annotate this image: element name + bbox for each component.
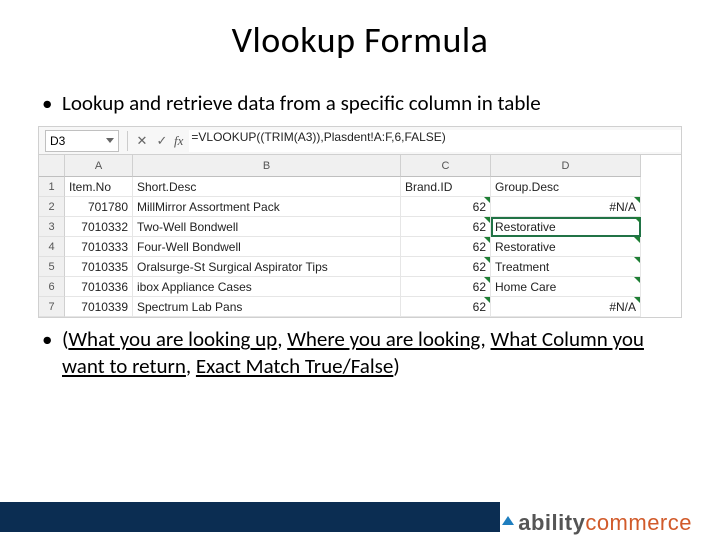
cell[interactable]: ibox Appliance Cases [133, 277, 401, 297]
cell[interactable]: 62 [401, 217, 491, 237]
row-header[interactable]: 5 [39, 257, 65, 277]
slide-title: Vlookup Formula [0, 18, 720, 62]
triangle-icon [502, 516, 514, 525]
col-header[interactable]: A [65, 155, 133, 177]
row-header[interactable]: 2 [39, 197, 65, 217]
col-header[interactable]: C [401, 155, 491, 177]
comma: , [481, 326, 491, 352]
logo-text-commerce: commerce [585, 510, 692, 536]
cell[interactable]: Item.No [65, 177, 133, 197]
col-header[interactable]: B [133, 155, 401, 177]
name-box-value: D3 [50, 134, 65, 148]
paren-close: ) [393, 353, 399, 379]
divider [127, 131, 128, 151]
excel-screenshot: D3 ✕ ✓ fx =VLOOKUP((TRIM(A3)),Plasdent!A… [38, 126, 682, 318]
arg-table-array: Where you are looking [287, 326, 480, 352]
arg-lookup-value: What you are looking up [68, 326, 277, 352]
cell[interactable]: 7010336 [65, 277, 133, 297]
cell[interactable]: Brand.ID [401, 177, 491, 197]
cell[interactable]: 62 [401, 197, 491, 217]
footer-bar [0, 502, 500, 532]
formula-bar: D3 ✕ ✓ fx =VLOOKUP((TRIM(A3)),Plasdent!A… [39, 127, 681, 155]
cell[interactable]: 62 [401, 297, 491, 317]
cell[interactable]: 7010339 [65, 297, 133, 317]
select-all-corner[interactable] [39, 155, 65, 177]
bullet-syntax: (What you are looking up, Where you are … [38, 326, 682, 379]
cell[interactable]: MillMirror Assortment Pack [133, 197, 401, 217]
cell[interactable]: Restorative [491, 237, 641, 257]
brand-logo: abilitycommerce [502, 510, 692, 536]
cell[interactable]: Spectrum Lab Pans [133, 297, 401, 317]
cell[interactable]: #N/A [491, 197, 641, 217]
chevron-down-icon [106, 138, 114, 143]
cell[interactable]: 7010332 [65, 217, 133, 237]
cell[interactable]: Oralsurge-St Surgical Aspirator Tips [133, 257, 401, 277]
cancel-icon[interactable]: ✕ [132, 131, 152, 151]
cell[interactable]: 701780 [65, 197, 133, 217]
cell[interactable]: Home Care [491, 277, 641, 297]
cell[interactable]: #N/A [491, 297, 641, 317]
logo-text-ability: ability [518, 510, 585, 536]
row-header[interactable]: 7 [39, 297, 65, 317]
cell[interactable]: 62 [401, 277, 491, 297]
row-header[interactable]: 1 [39, 177, 65, 197]
worksheet-grid: 1 2 3 4 5 6 7 A B C D Item.No Short.Desc [39, 155, 681, 317]
row-header[interactable]: 6 [39, 277, 65, 297]
col-header[interactable]: D [491, 155, 641, 177]
name-box[interactable]: D3 [45, 130, 119, 152]
comma: , [277, 326, 287, 352]
bullet-description: Lookup and retrieve data from a specific… [38, 90, 682, 116]
cell[interactable]: 62 [401, 257, 491, 277]
row-header[interactable]: 3 [39, 217, 65, 237]
formula-input[interactable]: =VLOOKUP((TRIM(A3)),Plasdent!A:F,6,FALSE… [189, 130, 681, 152]
row-header[interactable]: 4 [39, 237, 65, 257]
arg-range-lookup: Exact Match True/False [196, 353, 393, 379]
cell[interactable]: Two-Well Bondwell [133, 217, 401, 237]
cell[interactable]: 62 [401, 237, 491, 257]
cell[interactable]: Treatment [491, 257, 641, 277]
fx-icon[interactable]: fx [174, 133, 183, 149]
cell[interactable]: 7010333 [65, 237, 133, 257]
cell[interactable]: Four-Well Bondwell [133, 237, 401, 257]
comma: , [186, 353, 196, 379]
accept-icon[interactable]: ✓ [152, 131, 172, 151]
cell[interactable]: 7010335 [65, 257, 133, 277]
cell[interactable]: Group.Desc [491, 177, 641, 197]
cell[interactable]: Short.Desc [133, 177, 401, 197]
cell-selected[interactable]: Restorative [491, 217, 641, 237]
